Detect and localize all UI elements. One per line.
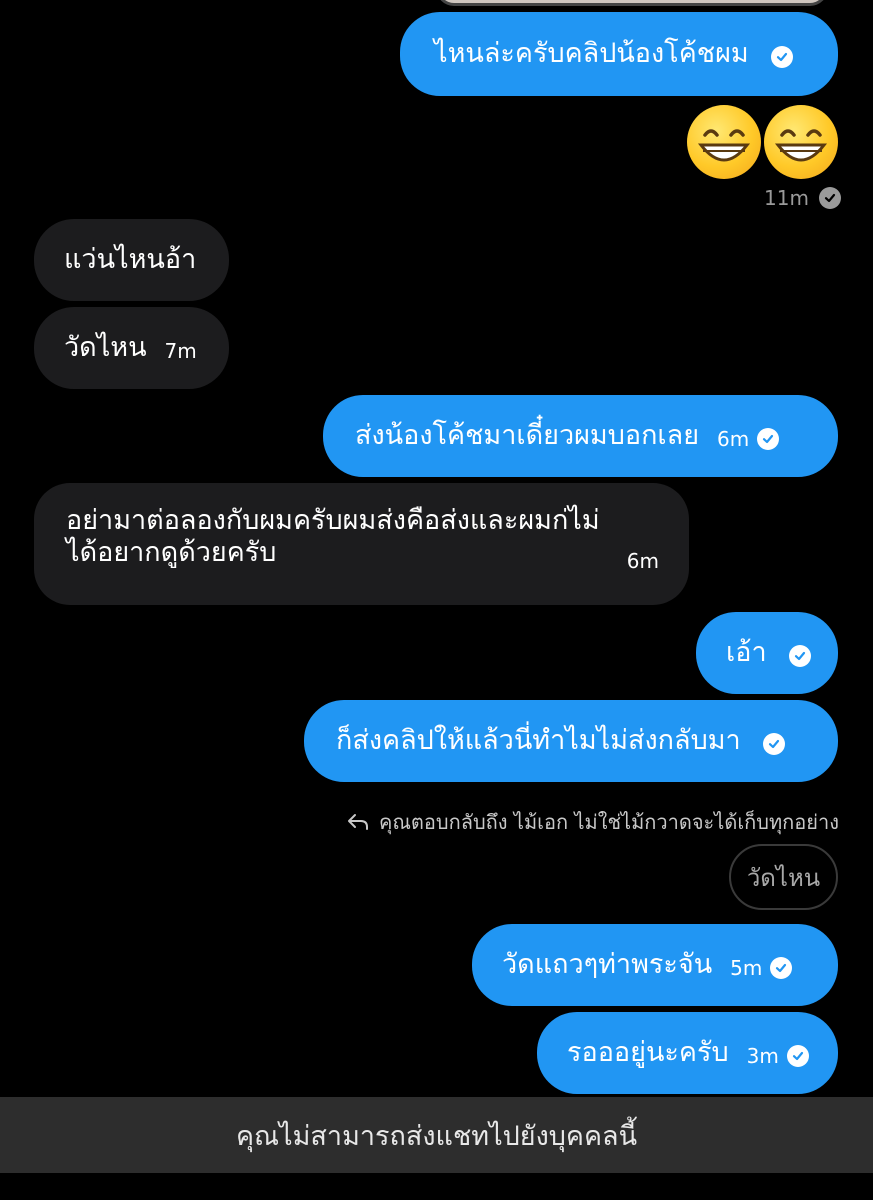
message-time: 11m bbox=[764, 186, 809, 210]
message-text-line: อย่ามาต่อลองกับผมครับผมส่งคือส่งและผมก่ไ… bbox=[66, 505, 600, 536]
outgoing-message[interactable]: ส่งน้องโค้ชมาเดี๋ยวผมบอกเลย 6m bbox=[323, 395, 838, 477]
message-text: วัดไหน bbox=[64, 332, 147, 363]
quoted-message[interactable]: วัดไหน bbox=[729, 844, 838, 910]
message-time: 6m bbox=[717, 427, 750, 451]
message-time: 7m bbox=[164, 339, 197, 363]
outgoing-message[interactable]: ก็ส่งคลิปให้แล้วนี่ทำไมไม่ส่งกลับมา bbox=[304, 700, 838, 782]
reply-arrow-icon bbox=[347, 814, 368, 830]
message-time: 5m bbox=[730, 956, 763, 980]
bottom-safe-area bbox=[0, 1173, 873, 1200]
message-meta: 11m bbox=[764, 186, 841, 210]
message-text: ส่งน้องโค้ชมาเดี๋ยวผมบอกเลย bbox=[355, 420, 700, 451]
incoming-message[interactable]: อย่ามาต่อลองกับผมครับผมส่งคือส่งและผมก่ไ… bbox=[34, 483, 689, 605]
seen-check-icon bbox=[762, 733, 785, 755]
reply-note-text: คุณตอบกลับถึง ไม้เอก ไม่ใช่ไม้กวาดจะได้เ… bbox=[378, 810, 839, 834]
message-text: รอออยู่นะครับ bbox=[567, 1037, 729, 1068]
chat-disabled-banner: คุณไม่สามารถส่งแชทไปยังบุคคลนี้ bbox=[0, 1097, 873, 1173]
incoming-message[interactable]: แว่นไหนอ้า bbox=[34, 219, 229, 301]
outgoing-message[interactable]: เอ้า bbox=[696, 612, 838, 694]
seen-check-icon bbox=[757, 428, 780, 450]
outgoing-message[interactable]: วัดแถวๆท่าพระจัน 5m bbox=[472, 924, 838, 1006]
message-time: 6m bbox=[626, 549, 659, 573]
message-text: เอ้า bbox=[726, 637, 767, 668]
seen-check-icon bbox=[770, 46, 793, 68]
message-time: 3m bbox=[746, 1044, 779, 1068]
previous-media-attachment[interactable] bbox=[436, 0, 828, 6]
message-text: วัดแถวๆท่าพระจัน bbox=[502, 949, 713, 980]
message-text-line: ได้อยากดูด้วยครับ bbox=[66, 537, 277, 568]
outgoing-message[interactable]: ไหนล่ะครับคลิปน้องโค้ชผม bbox=[400, 12, 838, 96]
outgoing-message[interactable]: รอออยู่นะครับ 3m bbox=[537, 1012, 838, 1094]
seen-check-icon bbox=[788, 645, 811, 667]
seen-check-icon bbox=[786, 1045, 809, 1067]
incoming-message[interactable]: วัดไหน 7m bbox=[34, 307, 229, 389]
seen-check-icon bbox=[818, 187, 841, 209]
quoted-text: วัดไหน bbox=[746, 863, 821, 892]
message-text: ไหนล่ะครับคลิปน้องโค้ชผม bbox=[434, 38, 749, 69]
seen-check-icon bbox=[770, 957, 793, 979]
message-text: ก็ส่งคลิปให้แล้วนี่ทำไมไม่ส่งกลับมา bbox=[336, 725, 741, 756]
reply-context: คุณตอบกลับถึง ไม้เอก ไม่ใช่ไม้กวาดจะได้เ… bbox=[347, 806, 839, 838]
chat-disabled-text: คุณไม่สามารถส่งแชทไปยังบุคคลนี้ bbox=[235, 1120, 638, 1152]
grinning-face-emoji-icon bbox=[764, 105, 838, 179]
message-text: แว่นไหนอ้า bbox=[64, 244, 197, 275]
grinning-face-emoji-icon bbox=[687, 105, 761, 179]
